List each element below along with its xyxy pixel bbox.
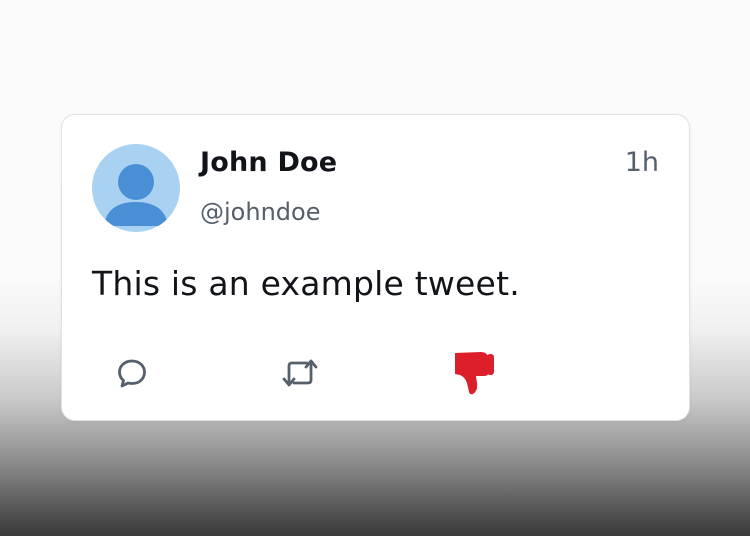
- reply-button[interactable]: [106, 347, 158, 399]
- display-name[interactable]: John Doe: [200, 147, 337, 178]
- tweet-card[interactable]: John Doe @johndoe 1h This is an example …: [61, 114, 690, 421]
- user-silhouette-icon: [104, 164, 168, 226]
- avatar[interactable]: [92, 144, 180, 232]
- user-handle[interactable]: @johndoe: [200, 198, 320, 226]
- retweet-button[interactable]: [274, 347, 326, 399]
- dislike-button[interactable]: [446, 347, 498, 399]
- speech-bubble-icon: [118, 359, 146, 388]
- tweet-text: This is an example tweet.: [92, 264, 520, 303]
- thumbs-down-icon: [455, 352, 494, 395]
- retweet-arrows-icon: [282, 359, 318, 387]
- timestamp[interactable]: 1h: [625, 147, 659, 178]
